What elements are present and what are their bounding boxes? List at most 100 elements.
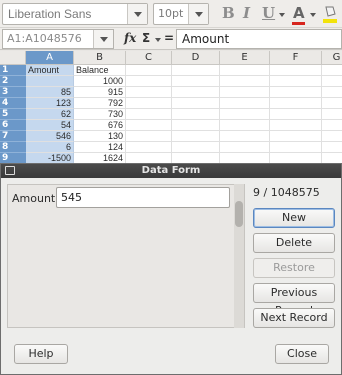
delete-button[interactable]: Delete [253, 233, 335, 253]
font-size-combobox[interactable]: 10pt [153, 3, 209, 25]
cell-empty[interactable] [126, 153, 172, 163]
cell-empty[interactable] [126, 98, 172, 109]
sum-button[interactable]: Σ [142, 31, 150, 45]
cell-empty[interactable] [220, 153, 270, 163]
cell-empty[interactable] [322, 131, 342, 142]
cell-empty[interactable] [220, 98, 270, 109]
cell-a[interactable]: 85 [26, 87, 74, 98]
scrollbar-thumb[interactable] [235, 201, 243, 227]
row-header[interactable]: 5 [0, 109, 26, 120]
cell-empty[interactable] [322, 120, 342, 131]
cell-empty[interactable] [270, 87, 322, 98]
name-box[interactable]: A1:A1048576 [2, 29, 114, 49]
spreadsheet-grid[interactable]: A B C D E F G 1 Amount Balance 2 1000 3 85 915 4… [0, 51, 342, 163]
cell-empty[interactable] [126, 87, 172, 98]
cell-empty[interactable] [126, 76, 172, 87]
cell-empty[interactable] [126, 142, 172, 153]
cell-empty[interactable] [322, 98, 342, 109]
cell-empty[interactable] [220, 65, 270, 76]
cell-empty[interactable] [172, 76, 220, 87]
cell-empty[interactable] [322, 153, 342, 163]
column-header-a[interactable]: A [26, 51, 74, 65]
font-color-icon[interactable]: A [293, 4, 305, 24]
cell-b[interactable]: 915 [74, 87, 126, 98]
dialog-titlebar[interactable]: Data Form [1, 164, 341, 178]
cell-empty[interactable] [270, 98, 322, 109]
cell-empty[interactable] [172, 87, 220, 98]
cell-empty[interactable] [220, 131, 270, 142]
row-header[interactable]: 8 [0, 142, 26, 153]
record-scrollbar[interactable] [234, 184, 244, 328]
cell-empty[interactable] [322, 65, 342, 76]
formula-button[interactable]: = [164, 31, 174, 45]
restore-button[interactable]: Restore [253, 258, 335, 278]
cell-empty[interactable] [126, 120, 172, 131]
cell-empty[interactable] [172, 142, 220, 153]
cell-b[interactable]: 1000 [74, 76, 126, 87]
formula-input[interactable]: Amount [176, 29, 342, 49]
cell-a[interactable]: 546 [26, 131, 74, 142]
underline-icon[interactable]: U [262, 4, 275, 24]
row-header[interactable]: 1 [0, 65, 26, 76]
cell-empty[interactable] [270, 120, 322, 131]
cell-empty[interactable] [172, 109, 220, 120]
cell-b[interactable]: 730 [74, 109, 126, 120]
cell-a[interactable]: Amount [26, 65, 74, 76]
cell-empty[interactable] [270, 153, 322, 163]
underline-dropdown-icon[interactable] [279, 13, 285, 17]
highlight-icon[interactable] [322, 4, 338, 24]
italic-icon[interactable]: I [243, 4, 250, 24]
cell-empty[interactable] [322, 109, 342, 120]
cell-empty[interactable] [220, 109, 270, 120]
column-header-f[interactable]: F [270, 51, 322, 65]
cell-empty[interactable] [322, 87, 342, 98]
row-header[interactable]: 3 [0, 87, 26, 98]
cell-a[interactable]: 6 [26, 142, 74, 153]
cell-empty[interactable] [270, 109, 322, 120]
cell-empty[interactable] [270, 65, 322, 76]
cell-empty[interactable] [220, 142, 270, 153]
cell-empty[interactable] [270, 76, 322, 87]
font-color-dropdown-icon[interactable] [310, 13, 316, 17]
previous-record-button[interactable]: Previous Record [253, 283, 335, 317]
font-name-dropdown-button[interactable] [127, 4, 147, 24]
row-header[interactable]: 7 [0, 131, 26, 142]
amount-input[interactable] [57, 188, 229, 207]
font-size-dropdown-button[interactable] [188, 4, 208, 24]
column-header-g[interactable]: G [322, 51, 342, 65]
cell-empty[interactable] [126, 131, 172, 142]
cell-empty[interactable] [322, 76, 342, 87]
function-wizard-button[interactable]: fx [124, 31, 136, 45]
cell-empty[interactable] [270, 131, 322, 142]
bold-icon[interactable]: B [222, 4, 235, 24]
row-header[interactable]: 6 [0, 120, 26, 131]
select-all-corner[interactable] [0, 51, 26, 65]
cell-b[interactable]: Balance [74, 65, 126, 76]
cell-empty[interactable] [172, 65, 220, 76]
cell-empty[interactable] [172, 98, 220, 109]
row-header[interactable]: 2 [0, 76, 26, 87]
cell-empty[interactable] [322, 142, 342, 153]
name-box-dropdown-button[interactable] [93, 30, 113, 48]
cell-a[interactable] [26, 76, 74, 87]
cell-empty[interactable] [172, 120, 220, 131]
column-header-e[interactable]: E [220, 51, 270, 65]
font-name-combobox[interactable]: Liberation Sans [2, 3, 148, 25]
row-header[interactable]: 9 [0, 153, 26, 163]
cell-a[interactable]: 62 [26, 109, 74, 120]
row-header[interactable]: 4 [0, 98, 26, 109]
column-header-d[interactable]: D [172, 51, 220, 65]
cell-empty[interactable] [172, 153, 220, 163]
cell-empty[interactable] [220, 120, 270, 131]
cell-a[interactable]: 123 [26, 98, 74, 109]
cell-empty[interactable] [220, 87, 270, 98]
cell-empty[interactable] [172, 131, 220, 142]
cell-b[interactable]: 130 [74, 131, 126, 142]
cell-a[interactable]: 54 [26, 120, 74, 131]
cell-b[interactable]: 124 [74, 142, 126, 153]
sum-dropdown-icon[interactable] [155, 38, 161, 42]
cell-a[interactable]: -1500 [26, 153, 74, 163]
cell-b[interactable]: 676 [74, 120, 126, 131]
cell-b[interactable]: 792 [74, 98, 126, 109]
amount-field[interactable] [56, 187, 230, 208]
